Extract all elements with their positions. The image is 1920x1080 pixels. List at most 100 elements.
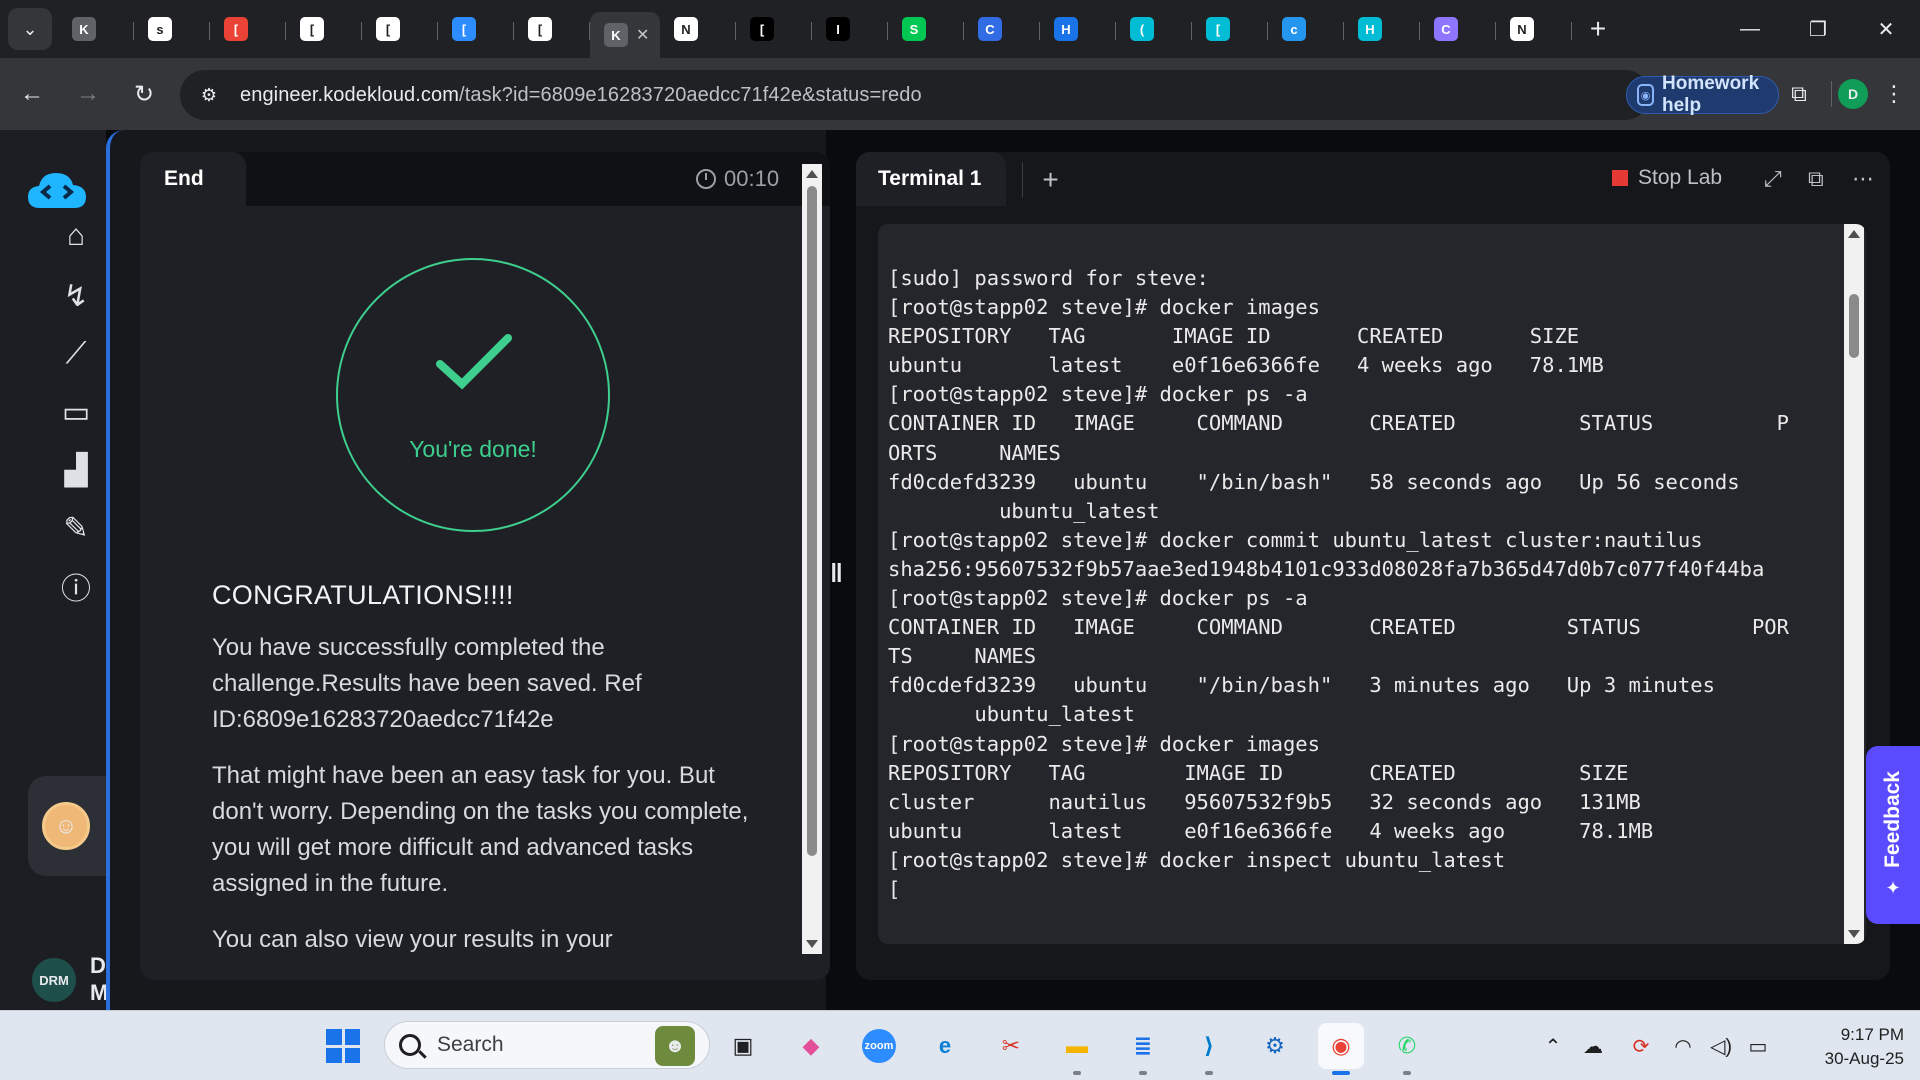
- homework-help-button[interactable]: ◉ Homework help: [1626, 73, 1780, 116]
- browser-tab[interactable]: [: [210, 6, 286, 52]
- zoom-app[interactable]: zoom: [856, 1023, 902, 1069]
- sparkle-icon: ✦: [1885, 877, 1901, 898]
- tab-terminal-1[interactable]: Terminal 1: [856, 152, 1006, 206]
- scroll-up-icon[interactable]: [806, 170, 818, 178]
- copilot-app[interactable]: ◆: [788, 1023, 834, 1069]
- open-external-button[interactable]: ⧉: [1808, 166, 1824, 192]
- scroll-down-icon[interactable]: [1848, 930, 1860, 938]
- close-tab-icon[interactable]: ✕: [636, 25, 649, 45]
- notepad-app[interactable]: ≣: [1120, 1023, 1166, 1075]
- browser-tab[interactable]: c: [1268, 6, 1344, 52]
- url-text[interactable]: engineer.kodekloud.com/task?id=6809e1628…: [240, 84, 922, 107]
- scroll-down-icon[interactable]: [806, 940, 818, 948]
- extensions-button[interactable]: ⧉: [1773, 81, 1825, 107]
- site-favicon: S: [902, 17, 926, 41]
- network-app[interactable]: ⚙: [1252, 1023, 1298, 1069]
- feedback-button[interactable]: Feedback ✦: [1866, 746, 1920, 924]
- browser-tab[interactable]: H: [1344, 6, 1420, 52]
- site-info-button[interactable]: ⚙: [192, 78, 226, 112]
- browser-tab[interactable]: s: [134, 6, 210, 52]
- system-tray: ⌃ ☁ ⟳ ◠ ◁) ▭: [1538, 1011, 1776, 1080]
- kodekloud-logo-icon[interactable]: [26, 170, 88, 216]
- forward-button[interactable]: →: [64, 70, 112, 118]
- restore-button[interactable]: ❐: [1784, 0, 1852, 58]
- scroll-thumb[interactable]: [807, 186, 817, 856]
- completion-text: You're done!: [409, 436, 537, 462]
- browser-tab[interactable]: [: [514, 6, 590, 52]
- kodekloud-favicon: K: [72, 17, 96, 41]
- battery-icon[interactable]: ▭: [1740, 1034, 1776, 1059]
- home-icon[interactable]: ⌂: [54, 214, 98, 258]
- browser-tab[interactable]: K ✕: [590, 12, 660, 58]
- chrome-menu-button[interactable]: ⋮: [1868, 81, 1920, 107]
- wifi-icon[interactable]: ◠: [1664, 1034, 1702, 1059]
- start-button[interactable]: [326, 1029, 360, 1063]
- mascot-tab[interactable]: ☺: [28, 776, 106, 876]
- snipping-app[interactable]: ✂: [988, 1023, 1034, 1069]
- stopwatch-icon: [696, 169, 716, 189]
- whatsapp-app[interactable]: ✆: [1384, 1023, 1430, 1075]
- file-explorer-app[interactable]: ▬: [1054, 1023, 1100, 1075]
- browser-tab[interactable]: K: [58, 6, 134, 52]
- browser-tab[interactable]: S: [888, 6, 964, 52]
- terminal-screen[interactable]: [sudo] password for steve: [root@stapp02 …: [878, 224, 1866, 944]
- progress-icon[interactable]: ⟋: [54, 332, 98, 376]
- terminal-line: [root@stapp02 steve]# docker inspect ubu…: [888, 847, 1506, 872]
- browser-tab[interactable]: [: [362, 6, 438, 52]
- terminal-panel: Terminal 1 + Stop Lab ⤢ ⧉ ⋯ [sudo] passw…: [856, 152, 1890, 980]
- browser-tab[interactable]: C: [1420, 6, 1496, 52]
- new-tab-button[interactable]: +: [1578, 9, 1618, 49]
- external-link-icon: ⧉: [1808, 166, 1824, 191]
- close-window-button[interactable]: ✕: [1852, 0, 1920, 58]
- minimize-button[interactable]: —: [1716, 0, 1784, 58]
- browser-tab[interactable]: N: [660, 6, 736, 52]
- taskview-icon: ▣: [732, 1033, 754, 1058]
- terminal-line: ubuntu_latest: [888, 498, 1160, 523]
- scroll-up-icon[interactable]: [1848, 230, 1860, 238]
- edge-app[interactable]: e: [922, 1023, 968, 1069]
- roadmap-icon[interactable]: ↯: [54, 274, 98, 318]
- add-terminal-button[interactable]: +: [1022, 162, 1059, 198]
- tab-end[interactable]: End: [140, 152, 246, 206]
- panel-resize-handle[interactable]: ‖: [830, 558, 843, 588]
- user-avatar[interactable]: DRM: [32, 958, 76, 1002]
- reload-button[interactable]: ↻: [120, 70, 168, 118]
- browser-tab[interactable]: (: [1116, 6, 1192, 52]
- user-name-line1: D: [90, 953, 106, 978]
- leaderboard-icon[interactable]: ▟: [54, 448, 98, 492]
- sync-icon[interactable]: ⟳: [1618, 1034, 1664, 1059]
- snipping-icon: ✂: [1001, 1033, 1021, 1058]
- terminal-scrollbar[interactable]: [1844, 224, 1864, 944]
- windows-taskbar: Search ☻ ▣ ◆ zoom e ✂ ▬ ≣ ⟩ ⚙ ◉ ✆ ⌃ ☁ ⟳ ◠ ◁) ▭ 9:1…: [0, 1010, 1920, 1080]
- browser-tab[interactable]: C: [964, 6, 1040, 52]
- tab-search-button[interactable]: ⌄: [8, 8, 52, 50]
- profile-avatar-button[interactable]: D: [1838, 79, 1868, 109]
- vscode-app[interactable]: ⟩: [1186, 1023, 1232, 1075]
- tray-overflow-icon[interactable]: ⌃: [1538, 1034, 1568, 1059]
- cloud-icon[interactable]: ☁: [1568, 1034, 1618, 1059]
- browser-tab[interactable]: N: [1496, 6, 1572, 52]
- browser-tab[interactable]: [: [736, 6, 812, 52]
- chrome-app[interactable]: ◉: [1318, 1023, 1364, 1075]
- browser-tab[interactable]: [: [286, 6, 362, 52]
- browser-tab[interactable]: [: [438, 6, 514, 52]
- task-scrollbar[interactable]: [802, 164, 822, 954]
- info-icon[interactable]: ⓘ: [54, 564, 98, 608]
- courses-icon[interactable]: ▭: [54, 390, 98, 434]
- taskbar-clock[interactable]: 9:17 PM 30-Aug-25: [1808, 1023, 1904, 1071]
- taskbar-search[interactable]: Search ☻: [384, 1021, 710, 1069]
- volume-icon[interactable]: ◁): [1702, 1034, 1740, 1059]
- taskview-app[interactable]: ▣: [720, 1023, 766, 1069]
- feedback-notes-icon[interactable]: ✎: [54, 506, 98, 550]
- scroll-thumb[interactable]: [1849, 294, 1859, 358]
- browser-tab[interactable]: I: [812, 6, 888, 52]
- terminal-more-button[interactable]: ⋯: [1852, 166, 1874, 192]
- github-favicon: [: [528, 17, 552, 41]
- terminal-output[interactable]: [sudo] password for steve: [root@stapp02 …: [888, 264, 1789, 904]
- browser-tab[interactable]: [: [1192, 6, 1268, 52]
- stop-lab-button[interactable]: Stop Lab: [1612, 166, 1722, 190]
- address-bar[interactable]: ⚙ engineer.kodekloud.com/task?id=6809e16…: [180, 70, 1865, 120]
- expand-terminal-button[interactable]: ⤢: [1764, 166, 1782, 192]
- back-button[interactable]: ←: [8, 70, 56, 118]
- browser-tab[interactable]: H: [1040, 6, 1116, 52]
